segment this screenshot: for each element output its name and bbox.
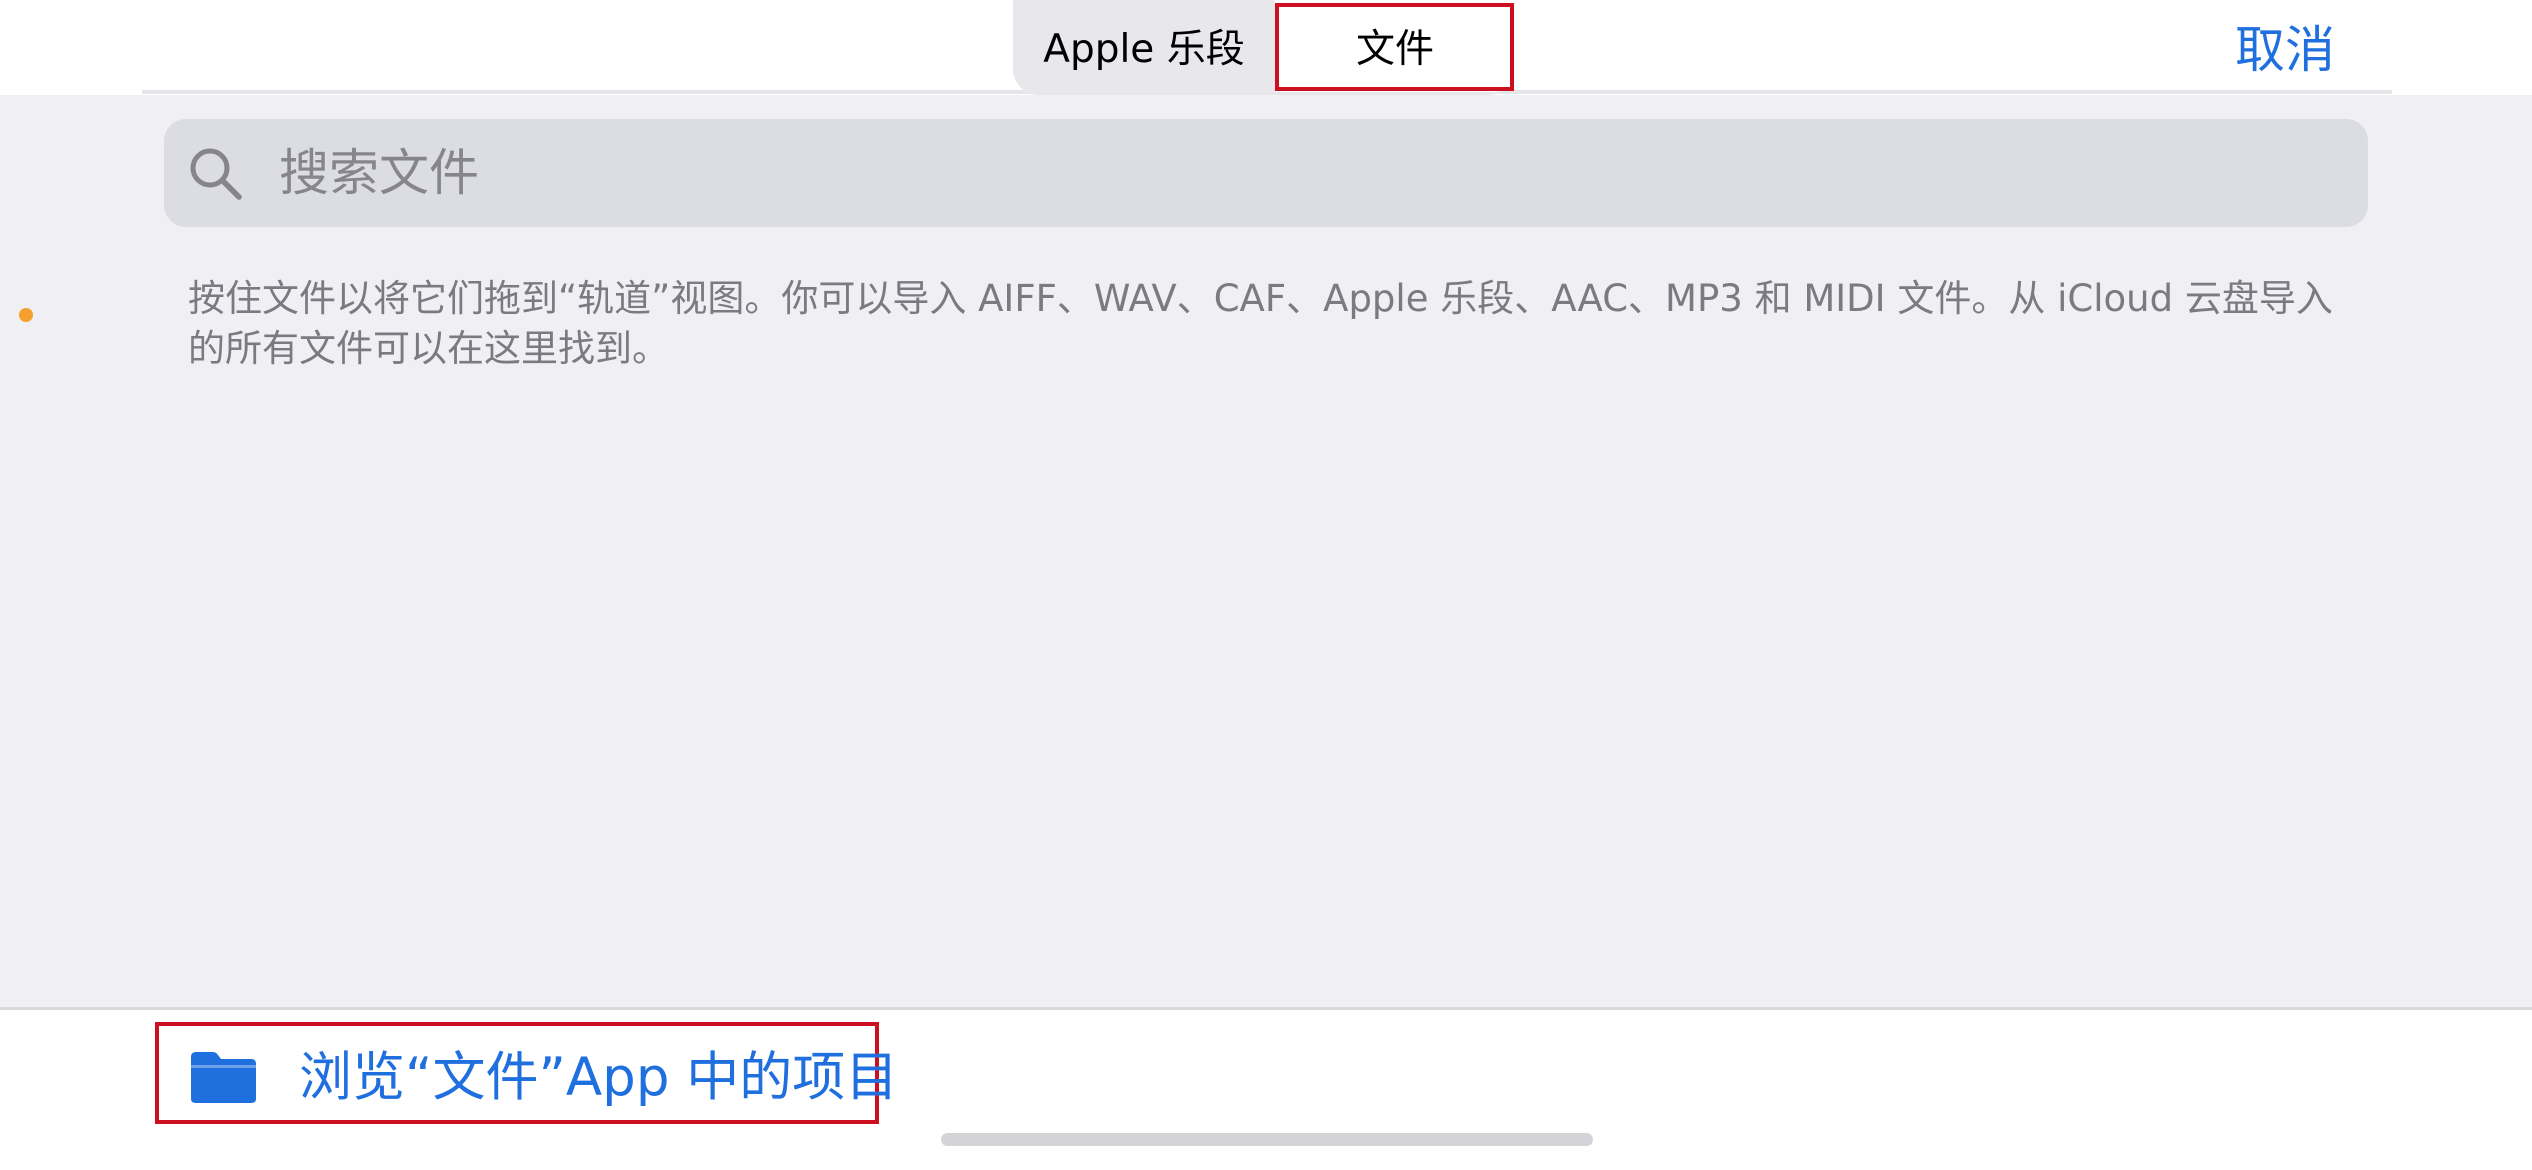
cancel-button[interactable]: 取消 xyxy=(2210,6,2360,86)
segmented-control: Apple 乐段 文件 xyxy=(1013,0,1515,95)
browse-files-app-label: 浏览“文件”App 中的项目 xyxy=(299,1047,899,1108)
segment-files[interactable]: 文件 xyxy=(1275,0,1515,92)
browse-files-app-button[interactable]: 浏览“文件”App 中的项目 xyxy=(155,1022,898,1124)
search-field[interactable] xyxy=(164,119,2368,227)
segment-apple-loops[interactable]: Apple 乐段 xyxy=(1013,0,1275,92)
home-indicator[interactable] xyxy=(941,1133,1593,1146)
search-input[interactable] xyxy=(279,119,2339,227)
files-description-text: 按住文件以将它们拖到“轨道”视图。你可以导入 AIFF、WAV、CAF、Appl… xyxy=(188,277,2333,370)
status-indicator-dot xyxy=(19,308,33,322)
folder-icon xyxy=(191,1052,256,1103)
segment-apple-loops-label: Apple 乐段 xyxy=(1043,27,1245,72)
search-icon xyxy=(190,148,242,200)
segment-files-label: 文件 xyxy=(1355,27,1434,72)
